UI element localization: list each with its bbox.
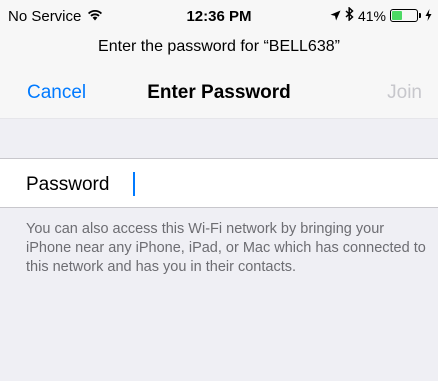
password-row[interactable]: Password <box>0 158 438 208</box>
join-button[interactable]: Join <box>387 82 422 104</box>
section-spacer <box>0 118 438 158</box>
password-label: Password <box>26 174 110 195</box>
page-title: Enter Password <box>147 82 291 103</box>
battery-percent: 41% <box>357 7 386 24</box>
footer-note: You can also access this Wi-Fi network b… <box>26 221 426 275</box>
location-icon <box>330 8 341 24</box>
text-cursor <box>133 172 135 196</box>
battery-icon <box>390 9 421 22</box>
charging-icon <box>425 8 432 24</box>
network-prompt: Enter the password for “BELL638” <box>98 38 340 55</box>
navigation-bar: Cancel Enter Password Join <box>0 74 438 114</box>
status-bar: No Service 12:36 PM 41% <box>0 0 438 34</box>
bluetooth-icon <box>345 6 354 24</box>
battery-fill <box>392 11 402 20</box>
status-right: 41% <box>330 6 432 24</box>
password-field[interactable] <box>128 168 418 200</box>
